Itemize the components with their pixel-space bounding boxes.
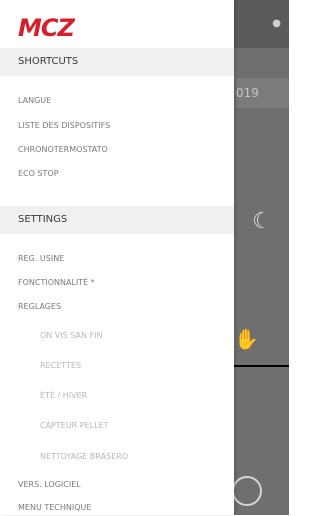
menu-subitem-nettoyage-brasero[interactable]: NETTOYAGE BRASERO [40,449,240,465]
menu-subitem-on-vis-san-fin[interactable]: ON VIS SAN FIN [40,328,240,344]
menu-subitem-recettes[interactable]: RECETTES [40,358,240,374]
menu-item-vers-logiciel[interactable]: VERS. LOGICIEL [18,477,218,493]
menu-subitem-ete-hiver[interactable]: ÉTÉ / HIVER [40,388,240,404]
menu-subitem-capteur-pellet[interactable]: CAPTEUR PELLET [40,418,240,434]
circle-icon [232,476,262,506]
menu-item-fonctionnalite[interactable]: FONCTIONNALITÉ * [18,275,218,291]
menu-item-menu-technique[interactable]: MENU TECHNIQUE [18,500,218,516]
menu-item-reglages[interactable]: REGLAGES [18,299,218,315]
menu-item-liste-des-dispositifs[interactable]: LISTE DES DISPOSITIFS [18,118,218,134]
menu-item-langue[interactable]: LANGUE [18,93,218,109]
shortcuts-header: SHORTCUTS [0,48,234,76]
dot-icon: ● [272,18,281,29]
menu-item-reg-usine[interactable]: REG. USINE [18,251,218,267]
menu-item-chronotermostato[interactable]: CHRONOTERMOSTATO [18,142,218,158]
menu-item-eco-stop[interactable]: ECO STOP [18,166,218,182]
background-top-bar: ● [234,0,289,48]
navigation-drawer: MCZ SHORTCUTS LANGUE LISTE DES DISPOSITI… [0,0,234,515]
brand-logo: MCZ [18,14,75,42]
moon-sleep-icon: ☾ [252,209,272,234]
settings-header: SETTINGS [0,206,234,234]
background-year-text: 019 [236,78,289,108]
